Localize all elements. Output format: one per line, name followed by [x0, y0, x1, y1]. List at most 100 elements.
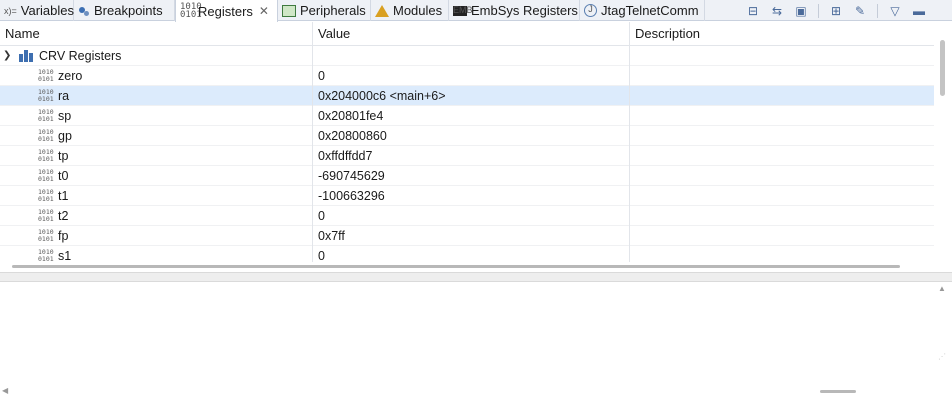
register-name: zero — [58, 69, 83, 83]
table-horizontal-scrollbar[interactable] — [0, 262, 934, 272]
tab-jtagtelnetcomm[interactable]: J JtagTelnetComm — [580, 0, 705, 21]
table-row[interactable]: 1010 0101 t0 -690745629 — [0, 166, 934, 186]
register-name-cell: 1010 0101 t2 — [0, 206, 313, 226]
register-description-cell — [630, 186, 934, 206]
register-value-cell[interactable]: 0 — [313, 66, 630, 86]
register-icon: 1010 0101 — [38, 248, 54, 263]
view-menu-chevron-down-icon[interactable]: ▽ — [888, 4, 902, 18]
register-name-cell: 1010 0101 t0 — [0, 166, 313, 186]
tab-embsys-registers[interactable]: EMB EmbSys Registers — [449, 0, 580, 21]
table-row[interactable]: 1010 0101 zero 0 — [0, 66, 934, 86]
scrollbar-thumb[interactable] — [940, 40, 945, 96]
tab-breakpoints[interactable]: Breakpoints — [74, 0, 175, 21]
detail-pane[interactable]: ▲ ⋰ ◀ — [0, 282, 952, 400]
minimize-icon[interactable]: ▬ — [912, 4, 926, 18]
scrollbar-thumb[interactable] — [820, 390, 856, 393]
edit-register-group-icon[interactable]: ✎ — [853, 4, 867, 18]
tab-label: EmbSys Registers — [471, 3, 578, 18]
peripherals-icon — [282, 4, 296, 17]
view-toolbar: ⊟ ⇆ ▣ ⊞ ✎ ▽ ▬ — [746, 0, 952, 21]
tab-modules[interactable]: Modules — [371, 0, 449, 21]
register-value-cell[interactable]: -690745629 — [313, 166, 630, 186]
register-name: t1 — [58, 189, 69, 203]
group-name: CRV Registers — [39, 49, 122, 63]
tab-label: Breakpoints — [94, 3, 163, 18]
register-name-cell: 1010 0101 sp — [0, 106, 313, 126]
register-icon: 1010 0101 — [38, 188, 54, 203]
toolbar-separator — [818, 3, 819, 18]
register-value-cell[interactable]: 0 — [313, 246, 630, 262]
scroll-left-icon[interactable]: ◀ — [2, 386, 8, 395]
tab-registers[interactable]: 1010 0101 Registers ✕ — [175, 0, 278, 22]
register-value-cell[interactable]: 0x204000c6 <main+6> — [313, 86, 630, 106]
scrollbar-thumb[interactable] — [12, 265, 900, 268]
table-vertical-scrollbar[interactable] — [934, 22, 952, 262]
register-value-cell[interactable]: 0x20800860 — [313, 126, 630, 146]
column-header-value[interactable]: Value — [313, 22, 630, 46]
register-name: tp — [58, 149, 69, 163]
register-name-cell: 1010 0101 tp — [0, 146, 313, 166]
register-name-cell: 1010 0101 fp — [0, 226, 313, 246]
register-name-cell: 1010 0101 zero — [0, 66, 313, 86]
table-row[interactable]: 1010 0101 fp 0x7ff — [0, 226, 934, 246]
registers-table: Name Value Description ❯ CRV Registers 1… — [0, 22, 934, 262]
tab-label: JtagTelnetComm — [601, 3, 699, 18]
tab-label: Variables — [20, 3, 74, 18]
close-icon[interactable]: ✕ — [259, 4, 269, 18]
tab-variables[interactable]: x)= Variables — [0, 0, 74, 21]
table-header: Name Value Description — [0, 22, 934, 46]
column-header-description[interactable]: Description — [630, 22, 934, 46]
register-value-cell[interactable]: 0 — [313, 206, 630, 226]
register-name-cell: 1010 0101 t1 — [0, 186, 313, 206]
layout-icon[interactable]: ⇆ — [770, 4, 784, 18]
register-description-cell — [630, 246, 934, 262]
group-value-cell — [313, 46, 630, 66]
register-description-cell — [630, 86, 934, 106]
table-row[interactable]: 1010 0101 t1 -100663296 — [0, 186, 934, 206]
register-description-cell — [630, 146, 934, 166]
register-name-cell: 1010 0101 s1 — [0, 246, 313, 262]
table-row[interactable]: 1010 0101 s1 0 — [0, 246, 934, 262]
jtag-icon: J — [584, 4, 597, 17]
register-icon: 1010 0101 — [38, 88, 54, 103]
detail-vertical-scrollbar[interactable]: ▲ ⋰ — [934, 282, 952, 400]
register-description-cell — [630, 66, 934, 86]
register-name: sp — [58, 109, 72, 123]
register-group-row[interactable]: ❯ CRV Registers — [0, 46, 934, 66]
register-value-cell[interactable]: -100663296 — [313, 186, 630, 206]
detail-horizontal-scrollbar[interactable]: ◀ — [0, 386, 934, 396]
column-header-name[interactable]: Name — [0, 22, 313, 46]
register-icon: 1010 0101 — [38, 208, 54, 223]
register-name-cell: 1010 0101 gp — [0, 126, 313, 146]
table-row[interactable]: 1010 0101 tp 0xffdffdd7 — [0, 146, 934, 166]
register-icon: 1010 0101 — [38, 128, 54, 143]
register-name-cell: 1010 0101 ra — [0, 86, 313, 106]
register-value-cell[interactable]: 0xffdffdd7 — [313, 146, 630, 166]
register-icon: 1010 0101 — [38, 148, 54, 163]
registers-icon: 1010 0101 — [180, 2, 202, 20]
tab-peripherals[interactable]: Peripherals — [278, 0, 371, 21]
group-name-cell: ❯ CRV Registers — [0, 46, 313, 66]
columns-icon[interactable]: ▣ — [794, 4, 808, 18]
table-row[interactable]: 1010 0101 t2 0 — [0, 206, 934, 226]
add-register-group-icon[interactable]: ⊞ — [829, 4, 843, 18]
toolbar-separator — [877, 3, 878, 18]
table-row[interactable]: 1010 0101 sp 0x20801fe4 — [0, 106, 934, 126]
register-value-cell[interactable]: 0x7ff — [313, 226, 630, 246]
table-row[interactable]: 1010 0101 ra 0x204000c6 <main+6> — [0, 86, 934, 106]
breakpoints-icon — [78, 5, 90, 17]
table-row[interactable]: 1010 0101 gp 0x20800860 — [0, 126, 934, 146]
register-value-cell[interactable]: 0x20801fe4 — [313, 106, 630, 126]
scroll-up-icon[interactable]: ▲ — [938, 284, 946, 293]
collapse-all-icon[interactable]: ⊟ — [746, 4, 760, 18]
register-description-cell — [630, 206, 934, 226]
pane-sash[interactable] — [0, 272, 952, 282]
group-description-cell — [630, 46, 934, 66]
register-description-cell — [630, 126, 934, 146]
embsys-icon: EMB — [453, 4, 473, 16]
register-name: t0 — [58, 169, 69, 183]
register-name: ra — [58, 89, 70, 103]
register-description-cell — [630, 166, 934, 186]
register-name: gp — [58, 129, 72, 143]
expand-chevron-down-icon[interactable]: ❯ — [3, 46, 11, 66]
